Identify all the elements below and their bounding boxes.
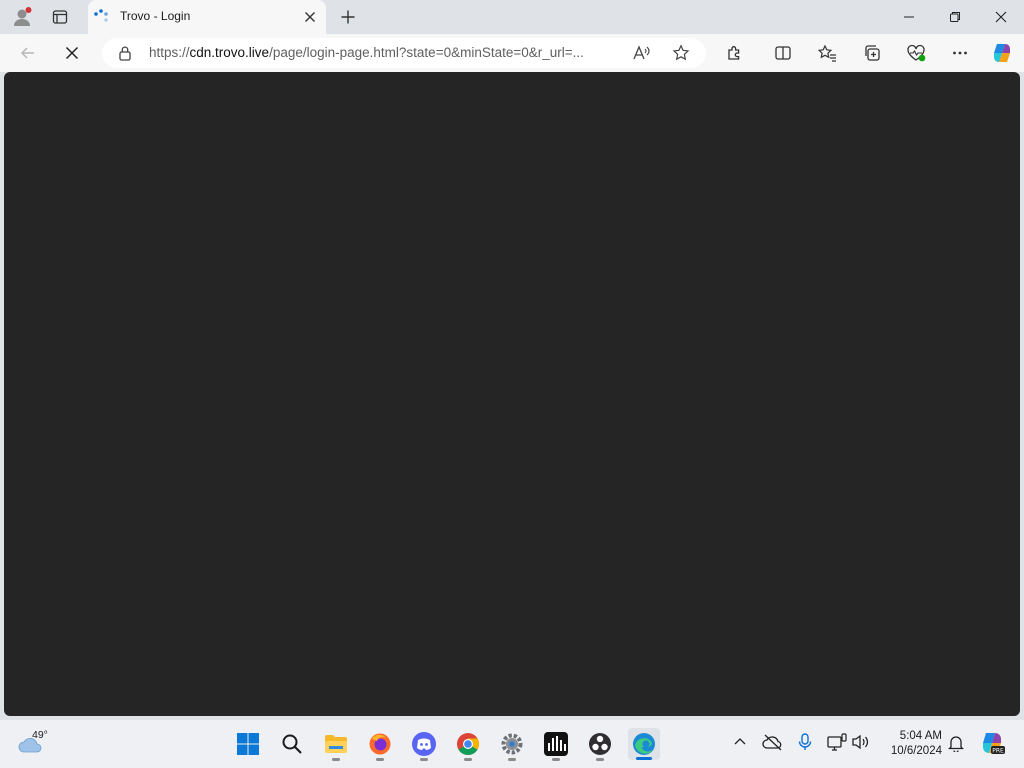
folder-icon bbox=[325, 735, 347, 753]
volume-tray-button[interactable] bbox=[851, 733, 871, 756]
extensions-button[interactable] bbox=[721, 39, 749, 67]
puzzle-icon bbox=[728, 46, 740, 60]
copilot-pre-icon: PRE bbox=[983, 733, 1005, 754]
speaker-icon bbox=[852, 734, 869, 750]
taskbar: 49° 5:04 AM 10/6/2024 PRE bbox=[0, 720, 1024, 768]
navigation-toolbar: https://cdn.trovo.live/page/login-page.h… bbox=[0, 34, 1024, 72]
heart-pulse-icon bbox=[907, 44, 926, 62]
firefox-icon bbox=[369, 733, 391, 755]
split-screen-icon bbox=[775, 46, 791, 60]
settings-more-button[interactable] bbox=[946, 39, 974, 67]
cloud-off-icon bbox=[762, 734, 782, 751]
audio-app[interactable] bbox=[540, 728, 572, 761]
minimize-icon bbox=[904, 16, 914, 18]
plus-icon bbox=[341, 10, 355, 24]
url-text[interactable]: https://cdn.trovo.live/page/login-page.h… bbox=[149, 45, 584, 60]
arrow-left-icon bbox=[20, 47, 34, 59]
close-icon bbox=[305, 12, 315, 22]
tab-trovo-login[interactable]: Trovo - Login bbox=[88, 0, 326, 34]
microphone-icon bbox=[798, 733, 812, 750]
url-prefix: https:// bbox=[149, 45, 190, 60]
close-window-button[interactable] bbox=[978, 0, 1024, 34]
weather-widget[interactable]: 49° bbox=[16, 728, 66, 760]
favorites-icon bbox=[817, 44, 836, 62]
settings-app[interactable] bbox=[496, 728, 528, 761]
web-content-area[interactable] bbox=[4, 72, 1020, 716]
new-tab-button[interactable] bbox=[334, 3, 362, 31]
favorite-button[interactable] bbox=[672, 44, 690, 67]
back-button[interactable] bbox=[14, 39, 42, 67]
close-icon bbox=[995, 11, 1007, 23]
clock-time: 5:04 AM bbox=[899, 730, 942, 742]
copilot-icon bbox=[994, 44, 1010, 62]
chevron-up-icon bbox=[734, 738, 746, 745]
read-aloud-button[interactable] bbox=[632, 44, 650, 67]
lock-icon[interactable] bbox=[118, 45, 132, 66]
svg-text:PRE: PRE bbox=[992, 747, 1004, 754]
system-clock[interactable]: 5:04 AM 10/6/2024 bbox=[884, 729, 942, 759]
browser-essentials-button[interactable] bbox=[902, 39, 930, 67]
favorites-button[interactable] bbox=[813, 39, 841, 67]
obs-app[interactable] bbox=[584, 728, 616, 761]
url-path: /page/login-page.html?state=0&minState=0… bbox=[269, 45, 584, 60]
url-host: cdn.trovo.live bbox=[189, 45, 270, 60]
collections-button[interactable] bbox=[858, 39, 886, 67]
bell-icon bbox=[947, 736, 965, 754]
edge-icon bbox=[633, 733, 655, 755]
more-horizontal-icon bbox=[953, 51, 967, 55]
profile-avatar[interactable] bbox=[8, 3, 36, 31]
copilot-taskbar-button[interactable]: PRE bbox=[979, 730, 1005, 761]
discord-icon bbox=[412, 732, 436, 756]
minimize-button[interactable] bbox=[886, 0, 932, 34]
chrome-app[interactable] bbox=[452, 728, 484, 761]
copilot-button[interactable] bbox=[988, 39, 1016, 67]
profile-icon bbox=[14, 7, 32, 26]
running-indicator bbox=[376, 758, 384, 761]
chrome-icon bbox=[457, 733, 479, 755]
running-indicator bbox=[420, 758, 428, 761]
close-tab-button[interactable] bbox=[302, 9, 318, 30]
windows-logo-icon bbox=[237, 733, 259, 755]
discord-app[interactable] bbox=[408, 728, 440, 761]
running-indicator bbox=[552, 758, 560, 761]
address-bar[interactable]: https://cdn.trovo.live/page/login-page.h… bbox=[102, 38, 706, 68]
gear-icon bbox=[501, 733, 523, 755]
active-indicator bbox=[636, 757, 652, 760]
collections-icon bbox=[865, 45, 880, 61]
onedrive-tray-button[interactable] bbox=[762, 733, 784, 756]
tab-title: Trovo - Login bbox=[120, 9, 191, 23]
tab-actions-button[interactable] bbox=[46, 3, 74, 31]
stop-loading-button[interactable] bbox=[58, 39, 86, 67]
show-hidden-icons-button[interactable] bbox=[732, 734, 748, 755]
running-indicator bbox=[596, 758, 604, 761]
weather-temperature: 49° bbox=[32, 729, 48, 741]
edge-app[interactable] bbox=[628, 728, 660, 760]
close-icon bbox=[65, 46, 79, 60]
star-icon bbox=[672, 44, 690, 61]
search-button[interactable] bbox=[276, 728, 308, 760]
running-indicator bbox=[332, 758, 340, 761]
file-explorer-app[interactable] bbox=[320, 728, 352, 761]
search-icon bbox=[282, 734, 302, 754]
restore-button[interactable] bbox=[932, 0, 978, 34]
obs-icon bbox=[589, 733, 611, 755]
running-indicator bbox=[464, 758, 472, 761]
running-indicator bbox=[508, 758, 516, 761]
read-aloud-icon bbox=[633, 45, 650, 60]
tab-actions-icon bbox=[52, 10, 68, 24]
microphone-tray-button[interactable] bbox=[797, 733, 813, 756]
restore-icon bbox=[950, 12, 960, 22]
network-icon bbox=[827, 733, 847, 751]
loading-spinner-icon bbox=[92, 8, 110, 31]
audio-bars-icon bbox=[544, 732, 568, 756]
split-screen-button[interactable] bbox=[769, 39, 797, 67]
tab-strip: Trovo - Login bbox=[0, 0, 1024, 34]
clock-date: 10/6/2024 bbox=[890, 745, 942, 757]
network-tray-button[interactable] bbox=[827, 733, 847, 756]
firefox-app[interactable] bbox=[364, 728, 396, 761]
start-button[interactable] bbox=[232, 728, 264, 760]
notifications-button[interactable] bbox=[947, 734, 965, 757]
